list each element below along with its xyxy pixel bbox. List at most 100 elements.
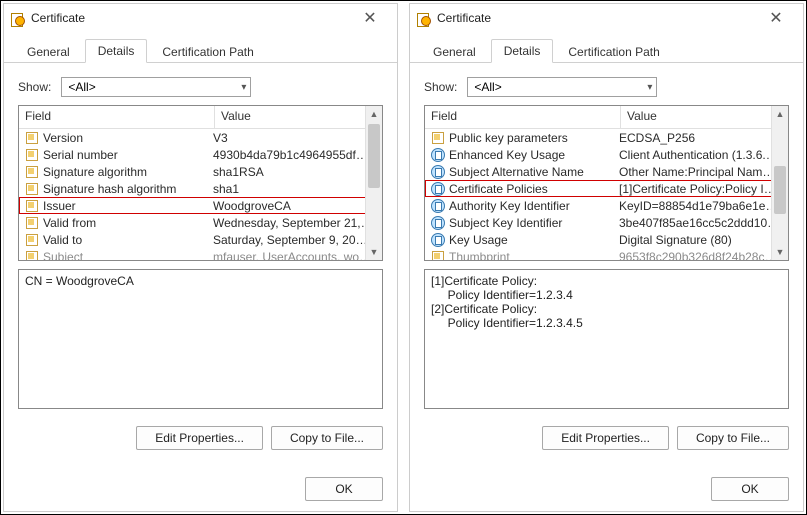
scroll-down-icon[interactable]: ▼ (772, 244, 788, 260)
list-row[interactable]: Thumbprint9653f8c290b326d8f24b28c41... (425, 248, 788, 261)
row-value: [1]Certificate Policy:Policy Ide... (619, 182, 788, 196)
row-field: Subject (43, 250, 213, 262)
row-value: Digital Signature (80) (619, 233, 788, 247)
list-row[interactable]: Serial number4930b4da79b1c4964955df77a..… (19, 146, 382, 163)
column-value[interactable]: Value (215, 106, 382, 128)
property-icon (25, 216, 39, 230)
scrollbar[interactable]: ▲ ▼ (365, 106, 382, 260)
edit-properties-button[interactable]: Edit Properties... (542, 426, 669, 450)
action-buttons: Edit Properties... Copy to File... (136, 426, 383, 450)
chevron-down-icon: ▾ (647, 82, 652, 93)
row-field: Public key parameters (449, 131, 619, 145)
property-icon (25, 148, 39, 162)
row-field: Version (43, 131, 213, 145)
list-row[interactable]: Subject Key Identifier3be407f85ae16cc5c2… (425, 214, 788, 231)
details-text[interactable]: [1]Certificate Policy: Policy Identifier… (424, 269, 789, 409)
row-field: Issuer (43, 199, 213, 213)
row-value: mfauser, UserAccounts, wood... (213, 250, 382, 262)
property-icon (25, 233, 39, 247)
row-value: sha1 (213, 182, 382, 196)
row-field: Certificate Policies (449, 182, 619, 196)
ok-button[interactable]: OK (305, 477, 383, 501)
row-value: sha1RSA (213, 165, 382, 179)
show-label: Show: (424, 80, 457, 94)
extension-icon (431, 182, 445, 196)
scroll-thumb[interactable] (774, 166, 786, 214)
close-icon: ✕ (769, 8, 782, 28)
list-row[interactable]: Certificate Policies[1]Certificate Polic… (425, 180, 788, 197)
list-row[interactable]: VersionV3 (19, 129, 382, 146)
list-row[interactable]: Subjectmfauser, UserAccounts, wood... (19, 248, 382, 261)
row-field: Authority Key Identifier (449, 199, 619, 213)
scrollbar[interactable]: ▲ ▼ (771, 106, 788, 260)
scroll-track[interactable] (366, 122, 382, 244)
tab-general[interactable]: General (420, 40, 489, 63)
copy-to-file-button[interactable]: Copy to File... (677, 426, 789, 450)
scroll-up-icon[interactable]: ▲ (772, 106, 788, 122)
row-field: Signature hash algorithm (43, 182, 213, 196)
tab-general[interactable]: General (14, 40, 83, 63)
tab-details[interactable]: Details (85, 39, 148, 63)
row-value: Other Name:Principal Name=m... (619, 165, 788, 179)
extension-icon (431, 148, 445, 162)
row-value: 9653f8c290b326d8f24b28c41... (619, 250, 788, 262)
show-combo[interactable]: <All> ▾ (61, 77, 251, 97)
extension-icon (431, 199, 445, 213)
list-row[interactable]: Enhanced Key UsageClient Authentication … (425, 146, 788, 163)
list-row[interactable]: Subject Alternative NameOther Name:Princ… (425, 163, 788, 180)
column-field[interactable]: Field (19, 106, 215, 128)
list-row[interactable]: Valid fromWednesday, September 21, 2... (19, 214, 382, 231)
row-value: KeyID=88854d1e79ba6e1e4e... (619, 199, 788, 213)
column-value[interactable]: Value (621, 106, 788, 128)
row-value: Wednesday, September 21, 2... (213, 216, 382, 230)
property-icon (431, 250, 445, 262)
close-button[interactable]: ✕ (349, 6, 391, 30)
list-row[interactable]: Key UsageDigital Signature (80) (425, 231, 788, 248)
list-header: Field Value (19, 106, 382, 129)
column-field[interactable]: Field (425, 106, 621, 128)
action-buttons: Edit Properties... Copy to File... (542, 426, 789, 450)
row-value: WoodgroveCA (213, 199, 382, 213)
row-field: Thumbprint (449, 250, 619, 262)
tab-details[interactable]: Details (491, 39, 554, 63)
scroll-down-icon[interactable]: ▼ (366, 244, 382, 260)
scroll-track[interactable] (772, 122, 788, 244)
row-value: ECDSA_P256 (619, 131, 788, 145)
scroll-thumb[interactable] (368, 124, 380, 188)
row-field: Subject Alternative Name (449, 165, 619, 179)
row-value: 4930b4da79b1c4964955df77a... (213, 148, 382, 162)
list-row[interactable]: IssuerWoodgroveCA (19, 197, 382, 214)
tab-certification-path[interactable]: Certification Path (555, 40, 672, 63)
list-row[interactable]: Authority Key IdentifierKeyID=88854d1e79… (425, 197, 788, 214)
tab-strip: General Details Certification Path (4, 32, 397, 63)
ok-button[interactable]: OK (711, 477, 789, 501)
show-label: Show: (18, 80, 51, 94)
edit-properties-button[interactable]: Edit Properties... (136, 426, 263, 450)
scroll-up-icon[interactable]: ▲ (366, 106, 382, 122)
chevron-down-icon: ▾ (241, 82, 246, 93)
certificate-dialog-left: Certificate ✕ General Details Certificat… (3, 3, 398, 512)
property-icon (431, 131, 445, 145)
row-field: Signature algorithm (43, 165, 213, 179)
list-row[interactable]: Valid toSaturday, September 9, 2023 ... (19, 231, 382, 248)
close-button[interactable]: ✕ (755, 6, 797, 30)
list-body: Public key parametersECDSA_P256Enhanced … (425, 129, 788, 261)
row-field: Serial number (43, 148, 213, 162)
copy-to-file-button[interactable]: Copy to File... (271, 426, 383, 450)
show-combo-value: <All> (68, 80, 95, 94)
titlebar: Certificate ✕ (4, 4, 397, 32)
list-row[interactable]: Public key parametersECDSA_P256 (425, 129, 788, 146)
show-combo[interactable]: <All> ▾ (467, 77, 657, 97)
row-field: Key Usage (449, 233, 619, 247)
list-row[interactable]: Signature algorithmsha1RSA (19, 163, 382, 180)
row-value: V3 (213, 131, 382, 145)
row-field: Valid to (43, 233, 213, 247)
tab-certification-path[interactable]: Certification Path (149, 40, 266, 63)
fields-list: Field Value VersionV3Serial number4930b4… (18, 105, 383, 261)
details-text[interactable]: CN = WoodgroveCA (18, 269, 383, 409)
property-icon (25, 250, 39, 262)
list-row[interactable]: Signature hash algorithmsha1 (19, 180, 382, 197)
certificate-icon (416, 11, 431, 26)
extension-icon (431, 165, 445, 179)
row-field: Enhanced Key Usage (449, 148, 619, 162)
